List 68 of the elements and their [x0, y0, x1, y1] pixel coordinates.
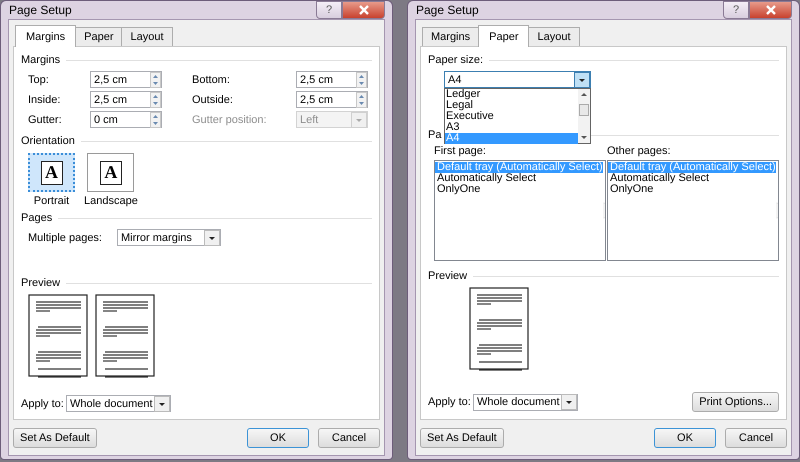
print-options-button[interactable]: Print Options...	[692, 392, 779, 412]
help-button[interactable]: ?	[316, 1, 342, 19]
field-label: Outside:	[191, 94, 234, 106]
orientation-button[interactable]: A	[28, 153, 75, 192]
list-item[interactable]: Automatically Select	[608, 173, 776, 184]
list-box[interactable]: Default tray (Automatically Select) Automatically Select OnlyOne	[607, 160, 779, 261]
spinner-icon[interactable]	[150, 112, 161, 128]
list-item[interactable]: Automatically Select	[435, 173, 603, 184]
dropdown-option[interactable]: Executive	[445, 111, 578, 122]
spin-field[interactable]: 2,5 cm	[90, 91, 162, 108]
close-icon	[764, 5, 776, 15]
section-heading: Preview	[21, 277, 60, 289]
list-item[interactable]: OnlyOne	[608, 184, 776, 195]
orientation-label: Portrait	[34, 195, 70, 207]
spinner-icon[interactable]	[150, 92, 161, 108]
section-heading: Orientation	[21, 135, 75, 147]
orientation-label: Landscape	[84, 195, 138, 207]
field-label: Apply to:	[21, 398, 65, 410]
spinner-icon[interactable]	[356, 72, 367, 88]
tab[interactable]: Margins	[422, 27, 480, 46]
window-title: Page Setup	[415, 3, 479, 17]
close-button[interactable]	[342, 1, 385, 19]
spinner-icon[interactable]	[150, 72, 161, 88]
section-heading: Paper size:	[428, 54, 484, 66]
tab[interactable]: Layout	[121, 27, 173, 46]
dialog-button[interactable]: Set As Default	[13, 428, 97, 448]
close-button[interactable]	[749, 1, 792, 19]
dialog-button[interactable]: Set As Default	[420, 428, 504, 448]
dialog-button[interactable]: OK	[247, 428, 309, 448]
section-heading: Margins	[21, 54, 60, 66]
dropdown[interactable]: Whole document	[66, 395, 171, 412]
spinner-icon[interactable]	[356, 92, 367, 108]
field-label: Gutter:	[28, 114, 63, 126]
spin-field[interactable]: 2,5 cm	[296, 71, 368, 88]
field-label: Inside:	[28, 94, 62, 106]
tab[interactable]: Paper	[75, 27, 122, 46]
list-item[interactable]: OnlyOne	[435, 184, 603, 195]
field-label: Apply to:	[428, 396, 472, 408]
dropdown-option[interactable]: Legal	[445, 100, 578, 111]
field-label: First page:	[434, 145, 487, 157]
list-box[interactable]: Default tray (Automatically Select) Automatically Select OnlyOne	[434, 160, 606, 261]
window-title: Page Setup	[8, 3, 72, 17]
dropdown-option[interactable]: A3	[445, 122, 578, 133]
section-heading: Pa	[428, 129, 442, 141]
section-heading: Preview	[428, 270, 468, 282]
orientation-button[interactable]: A	[87, 153, 134, 192]
help-button[interactable]: ?	[723, 1, 749, 19]
field-label: Gutter position:	[191, 114, 268, 126]
close-icon	[358, 5, 370, 15]
tab[interactable]: Paper	[478, 25, 530, 47]
dropdown-option[interactable]: Ledger	[445, 89, 578, 100]
tab[interactable]: Margins	[15, 25, 76, 47]
field-label: Multiple pages:	[28, 232, 103, 244]
field-label: Other pages:	[607, 145, 672, 157]
spin-field[interactable]: 2,5 cm	[296, 91, 368, 108]
dialog-button[interactable]: Cancel	[318, 428, 380, 448]
dropdown[interactable]: A4	[444, 71, 591, 88]
dialog-button[interactable]: Cancel	[725, 428, 787, 448]
tab[interactable]: Layout	[528, 27, 580, 46]
section-heading: Pages	[21, 212, 52, 224]
spin-field[interactable]: 2,5 cm	[90, 71, 162, 88]
spin-field[interactable]: 0 cm	[90, 111, 162, 128]
scrollbar[interactable]	[578, 89, 590, 143]
dropdown[interactable]: Mirror margins	[117, 229, 221, 246]
field-label: Bottom:	[191, 74, 231, 86]
field-label: Top:	[28, 74, 50, 86]
dialog-button[interactable]: OK	[654, 428, 716, 448]
dropdown[interactable]: Whole document	[473, 394, 578, 410]
